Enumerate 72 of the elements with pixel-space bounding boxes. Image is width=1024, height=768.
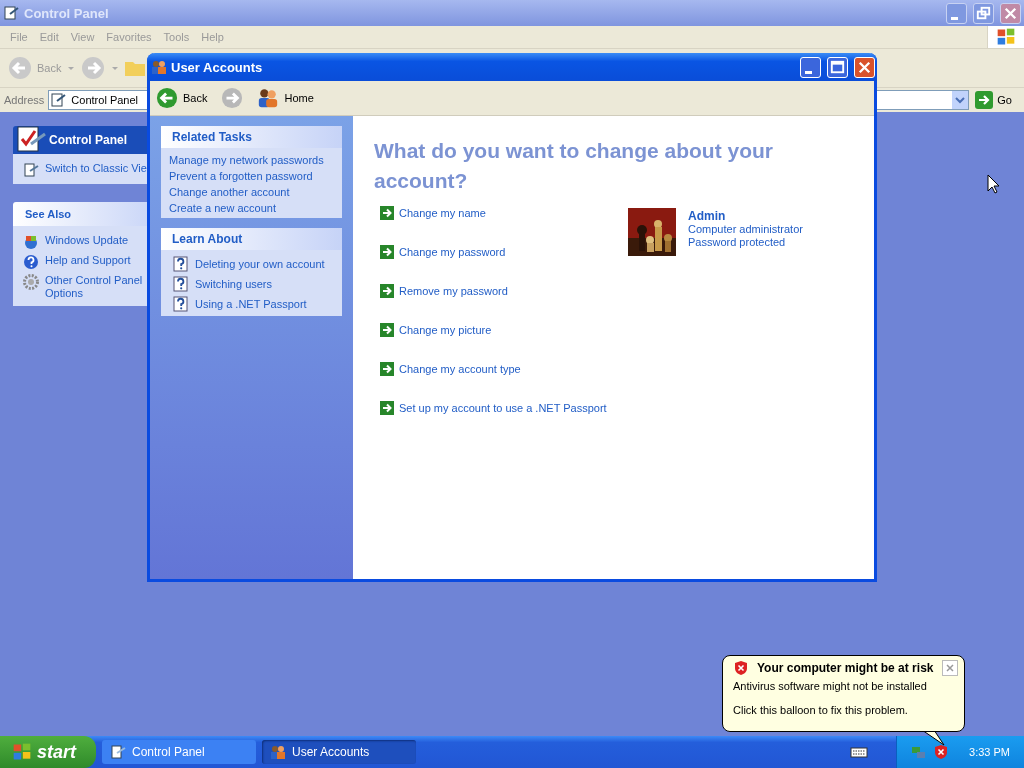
arrow-icon[interactable]	[380, 245, 394, 259]
balloon-title: Your computer might be at risk	[757, 661, 934, 675]
taskbar-button[interactable]: Control Panel	[102, 740, 256, 764]
maximize-button[interactable]	[827, 56, 848, 78]
flag-icon	[996, 27, 1016, 47]
panel-link[interactable]: Other Control Panel Options	[45, 274, 145, 300]
users-icon	[270, 744, 286, 760]
notification-balloon[interactable]: Your computer might be at risk Antivirus software might not be installed Click this balloon to fix this problem.	[722, 655, 965, 732]
panel-header: Learn About	[161, 228, 342, 250]
task-link[interactable]: Change my picture	[399, 324, 492, 336]
restore-button[interactable]	[973, 2, 994, 24]
shield-icon	[733, 660, 749, 676]
account-status: Password protected	[688, 236, 787, 249]
taskbar-button[interactable]: User Accounts	[262, 740, 416, 764]
window-title: Control Panel	[24, 5, 109, 21]
arrow-icon[interactable]	[380, 401, 394, 415]
arrow-icon[interactable]	[380, 323, 394, 337]
task-link[interactable]: Deleting your own account	[195, 258, 325, 270]
help-icon[interactable]	[173, 276, 189, 292]
panel-link[interactable]: Windows Update	[45, 234, 145, 247]
close-button[interactable]	[1000, 2, 1021, 24]
task-link[interactable]: Change my name	[399, 207, 486, 219]
menu-item[interactable]: Tools	[157, 31, 196, 43]
address-label: Address	[4, 94, 45, 106]
task-link[interactable]: Change my account type	[399, 363, 521, 375]
panel-header: Related Tasks	[161, 126, 342, 148]
flag-icon	[12, 742, 32, 762]
task-link[interactable]: Manage my network passwords	[169, 154, 324, 166]
clock[interactable]: 3:33 PM	[969, 746, 1010, 758]
menu-item[interactable]: View	[64, 31, 101, 43]
task-link[interactable]: Remove my password	[399, 285, 508, 297]
close-icon	[945, 663, 955, 673]
minimize-icon	[804, 70, 812, 74]
task-link[interactable]: Change another account	[169, 186, 290, 198]
account-type: Computer administrator	[688, 223, 803, 236]
gear-icon[interactable]	[23, 274, 39, 290]
globe-icon[interactable]	[23, 234, 39, 250]
panel-link[interactable]: Help and Support	[45, 254, 145, 267]
page-heading: What do you want to change about your account?	[374, 138, 774, 194]
control-panel-icon	[4, 5, 20, 21]
task-link[interactable]: Using a .NET Passport	[195, 298, 307, 310]
account-name: Admin	[688, 210, 727, 223]
dropdown-icon[interactable]	[955, 95, 966, 105]
balloon-text: Antivirus software might not be installed	[733, 680, 928, 692]
arrow-icon[interactable]	[380, 206, 394, 220]
users-icon	[257, 87, 280, 109]
cursor-icon	[987, 174, 999, 194]
arrow-icon[interactable]	[380, 362, 394, 376]
window-title: User Accounts	[171, 59, 263, 75]
control-panel-icon[interactable]	[23, 162, 39, 178]
help-icon[interactable]	[23, 254, 39, 270]
start-button[interactable]: start	[0, 736, 96, 768]
go-button[interactable]: Go	[973, 91, 1020, 109]
minimize-button[interactable]	[946, 2, 967, 24]
users-icon	[151, 59, 167, 75]
close-button[interactable]	[942, 660, 958, 676]
balloon-text: Click this balloon to fix this problem.	[733, 704, 909, 716]
shield-icon[interactable]	[933, 744, 950, 760]
task-link[interactable]: Switching users	[195, 278, 273, 290]
minimize-icon	[950, 16, 958, 20]
task-link[interactable]: Change my password	[399, 246, 506, 258]
arrow-icon[interactable]	[380, 284, 394, 298]
task-link[interactable]: Prevent a forgotten password	[169, 170, 313, 182]
back-button[interactable]: Back	[154, 85, 210, 111]
help-icon[interactable]	[173, 256, 189, 272]
task-link[interactable]: Create a new account	[169, 202, 276, 214]
task-link[interactable]: Set up my account to use a .NET Passport	[399, 402, 607, 414]
help-icon[interactable]	[173, 296, 189, 312]
menu-item[interactable]: Favorites	[100, 31, 158, 43]
control-panel-icon	[110, 744, 126, 760]
home-button[interactable]: Home	[255, 85, 316, 111]
keyboard-icon[interactable]	[850, 746, 869, 758]
